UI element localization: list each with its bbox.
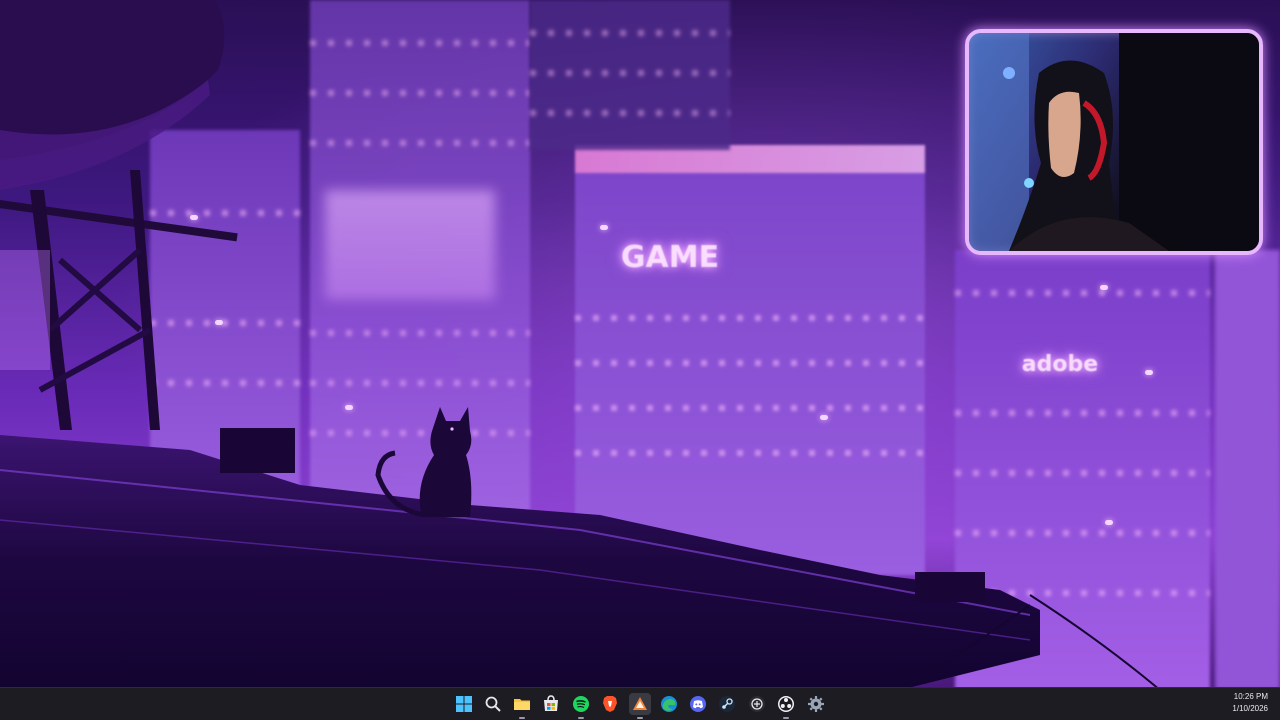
spotify-icon[interactable] <box>570 693 592 719</box>
settings-gear-icon[interactable] <box>805 693 827 715</box>
clock-time: 10:26 PM <box>1233 692 1268 701</box>
window-light <box>1145 370 1153 375</box>
steam-icon[interactable] <box>716 693 738 715</box>
water-tower-silhouette <box>0 0 238 430</box>
building-upper-center <box>530 0 730 150</box>
window-light <box>1100 285 1108 290</box>
adobe-neon-sign: adobe <box>1021 352 1099 377</box>
taskbar: 10:26 PM 1/10/2026 <box>0 687 1280 720</box>
system-tray-clock[interactable]: 10:26 PM 1/10/2026 <box>1188 691 1268 715</box>
streamer-webcam-image <box>969 33 1259 251</box>
microsoft-store-icon[interactable] <box>540 693 562 715</box>
brave-browser-icon[interactable] <box>599 693 621 715</box>
cat-silhouette <box>375 407 472 518</box>
rooftop-foreground <box>0 428 1161 690</box>
discord-icon[interactable] <box>687 693 709 715</box>
windows-start-icon[interactable] <box>453 693 475 715</box>
webcam-overlay <box>965 29 1263 255</box>
edge-browser-icon[interactable] <box>658 693 680 715</box>
billboard-pink <box>325 190 495 300</box>
desktop-wallpaper: GAME adobe 10:26 PM 1/10/2026 <box>0 0 1280 720</box>
window-light <box>600 225 608 230</box>
chatgpt-icon[interactable] <box>746 693 768 715</box>
clock-date: 1/10/2026 <box>1232 704 1268 713</box>
search-icon[interactable] <box>482 693 504 715</box>
affinity-designer-icon[interactable] <box>629 693 651 719</box>
file-explorer-icon[interactable] <box>511 693 533 719</box>
obs-studio-icon[interactable] <box>775 693 797 719</box>
game-neon-sign: GAME <box>620 240 720 275</box>
